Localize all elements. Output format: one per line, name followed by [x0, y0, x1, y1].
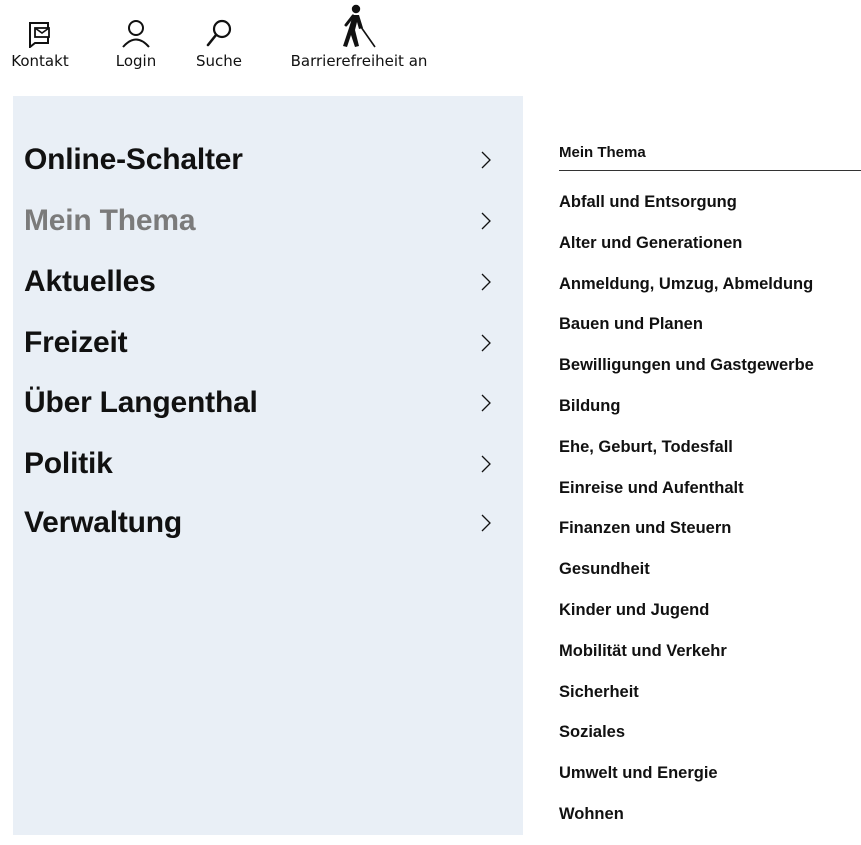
login-link[interactable]: Login	[106, 0, 166, 70]
main-menu-item-mein-thema[interactable]: Mein Thema	[24, 193, 494, 249]
submenu-item[interactable]: Einreise und Aufenthalt	[559, 478, 814, 519]
main-menu-item-verwaltung[interactable]: Verwaltung	[24, 495, 494, 551]
main-menu-item-online-schalter[interactable]: Online-Schalter	[24, 132, 494, 188]
submenu-item[interactable]: Umwelt und Energie	[559, 763, 814, 804]
main-menu-item-ueber-langenthal[interactable]: Über Langenthal	[24, 375, 494, 431]
main-menu-item-label: Online-Schalter	[24, 143, 243, 176]
accessibility-icon	[341, 0, 377, 48]
submenu-item[interactable]: Ehe, Geburt, Todesfall	[559, 437, 814, 478]
main-menu-item-aktuelles[interactable]: Aktuelles	[24, 254, 494, 310]
submenu-item[interactable]: Gesundheit	[559, 559, 814, 600]
chevron-right-icon	[478, 394, 494, 412]
submenu-item[interactable]: Wohnen	[559, 804, 814, 845]
main-menu-item-politik[interactable]: Politik	[24, 436, 494, 492]
chevron-right-icon	[478, 273, 494, 291]
chevron-right-icon	[478, 212, 494, 230]
main-menu-item-label: Politik	[24, 447, 113, 480]
contact-link[interactable]: Kontakt	[0, 0, 80, 70]
chevron-right-icon	[478, 514, 494, 532]
submenu-panel: Mein Thema Abfall und Entsorgung Alter u…	[523, 96, 861, 835]
submenu-item[interactable]: Kinder und Jugend	[559, 600, 814, 641]
user-icon	[120, 0, 152, 48]
main-menu-panel: Online-Schalter Mein Thema Aktuelles Fre…	[13, 96, 523, 835]
submenu-list: Abfall und Entsorgung Alter und Generati…	[559, 192, 814, 845]
search-label: Suche	[195, 52, 242, 70]
chevron-right-icon	[478, 334, 494, 352]
contact-icon	[27, 0, 53, 48]
main-menu-item-label: Über Langenthal	[24, 386, 258, 419]
submenu-item[interactable]: Soziales	[559, 722, 814, 763]
submenu-item[interactable]: Abfall und Entsorgung	[559, 192, 814, 233]
chevron-right-icon	[478, 151, 494, 169]
main-menu-item-label: Aktuelles	[24, 265, 156, 298]
submenu-item[interactable]: Sicherheit	[559, 682, 814, 723]
submenu-item[interactable]: Mobilität und Verkehr	[559, 641, 814, 682]
search-link[interactable]: Suche	[188, 0, 250, 70]
submenu-item[interactable]: Bauen und Planen	[559, 314, 814, 355]
accessibility-label: Barrierefreiheit an	[290, 52, 428, 70]
main-menu-item-label: Mein Thema	[24, 204, 196, 237]
accessibility-toggle[interactable]: Barrierefreiheit an	[279, 0, 439, 70]
main-menu-item-label: Freizeit	[24, 326, 128, 359]
submenu-item[interactable]: Anmeldung, Umzug, Abmeldung	[559, 274, 814, 315]
top-navigation: Kontakt Login Suche Barrierefreiheit an	[0, 0, 861, 80]
chevron-right-icon	[478, 455, 494, 473]
main-menu-item-freizeit[interactable]: Freizeit	[24, 315, 494, 371]
submenu-heading[interactable]: Mein Thema	[559, 144, 861, 171]
submenu-item[interactable]: Bildung	[559, 396, 814, 437]
submenu-item[interactable]: Bewilligungen und Gastgewerbe	[559, 355, 814, 396]
main-menu-item-label: Verwaltung	[24, 506, 183, 539]
contact-label: Kontakt	[11, 52, 69, 70]
search-icon	[204, 0, 234, 48]
submenu-item[interactable]: Finanzen und Steuern	[559, 518, 814, 559]
submenu-item[interactable]: Alter und Generationen	[559, 233, 814, 274]
login-label: Login	[115, 52, 157, 70]
